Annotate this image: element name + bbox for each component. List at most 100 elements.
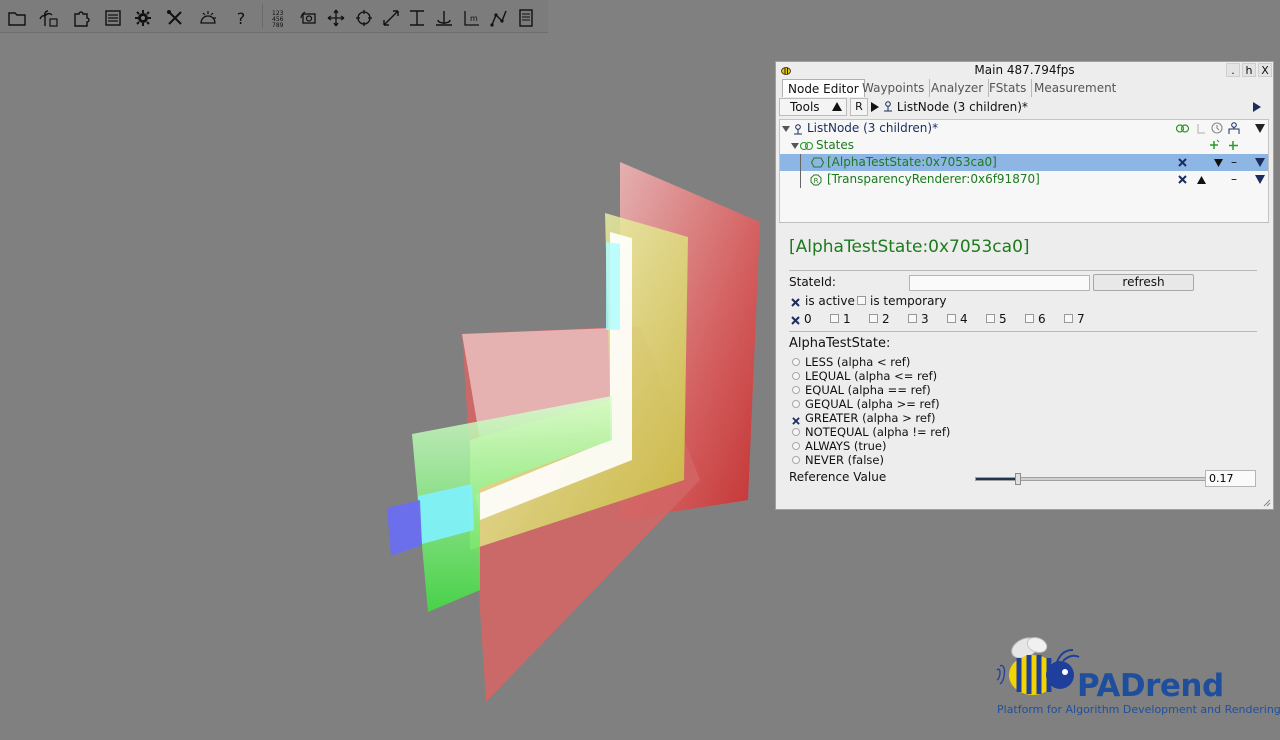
- clock-icon[interactable]: [1211, 122, 1223, 134]
- channel-3-checkbox[interactable]: [908, 314, 917, 323]
- close-icon[interactable]: [1178, 175, 1187, 184]
- expand-arrow-icon[interactable]: [791, 143, 799, 149]
- tab-waypoints[interactable]: Waypoints: [857, 79, 931, 97]
- move-down-icon[interactable]: [1214, 159, 1223, 167]
- list-icon[interactable]: [101, 6, 125, 30]
- window-title: Main 487.794fps: [974, 63, 1075, 77]
- tab-node-editor[interactable]: Node Editor: [782, 79, 865, 97]
- refresh-button[interactable]: refresh: [1093, 274, 1194, 291]
- tree-row-transparencyrenderer[interactable]: R [TransparencyRenderer:0x6f91870] –: [780, 171, 1268, 188]
- play-end-icon[interactable]: [1253, 102, 1261, 112]
- help-icon[interactable]: ?: [229, 6, 253, 30]
- children-icon[interactable]: [1227, 122, 1241, 135]
- lighting-icon[interactable]: [196, 6, 220, 30]
- folder-icon[interactable]: [5, 6, 29, 30]
- rotate-icon[interactable]: [352, 6, 376, 30]
- gear-icon[interactable]: [131, 6, 155, 30]
- divider: [789, 331, 1257, 332]
- window-titlebar[interactable]: Main 487.794fps . h X: [776, 62, 1273, 78]
- panel-splitter[interactable]: [779, 222, 1269, 226]
- is-active-checkbox[interactable]: [791, 296, 800, 307]
- stateid-input[interactable]: [909, 275, 1090, 291]
- dropdown-arrow-icon[interactable]: [1255, 158, 1265, 167]
- align-icon[interactable]: [405, 6, 429, 30]
- viewport-3d-scene[interactable]: [0, 32, 775, 740]
- svg-text:R: R: [814, 177, 819, 185]
- add-state-special-icon[interactable]: [1208, 139, 1220, 151]
- move-up-icon[interactable]: [1197, 176, 1206, 184]
- collapse-minus-icon[interactable]: –: [1231, 171, 1237, 188]
- states-toggle-icon[interactable]: [1176, 123, 1190, 134]
- collapse-minus-icon[interactable]: –: [1231, 154, 1237, 171]
- tree-row-states[interactable]: States: [780, 137, 1268, 154]
- window-close-button[interactable]: X: [1258, 63, 1272, 77]
- main-toolbar: ? 123 456 789 m: [0, 0, 548, 33]
- svg-text:?: ?: [237, 9, 246, 28]
- channel-6-label: 6: [1038, 312, 1046, 326]
- channel-5-label: 5: [999, 312, 1007, 326]
- is-temporary-checkbox[interactable]: [857, 296, 866, 305]
- channel-6-checkbox[interactable]: [1025, 314, 1034, 323]
- channel-4-label: 4: [960, 312, 968, 326]
- resize-grip-icon[interactable]: [1263, 499, 1271, 507]
- mode-radio-6[interactable]: [792, 442, 800, 450]
- channel-7-checkbox[interactable]: [1064, 314, 1073, 323]
- detail-title: [AlphaTestState:0x7053ca0]: [789, 237, 1030, 257]
- mode-label-1: LEQUAL (alpha <= ref): [805, 369, 938, 383]
- scale-icon[interactable]: [379, 6, 403, 30]
- mode-radio-2[interactable]: [792, 386, 800, 394]
- tools-label: Tools: [790, 100, 820, 114]
- tab-measurement[interactable]: Measurement: [1029, 79, 1121, 97]
- tools-icon[interactable]: [163, 6, 187, 30]
- move-icon[interactable]: [324, 6, 348, 30]
- expand-arrow-icon[interactable]: [782, 126, 790, 132]
- behavior-icon[interactable]: [1196, 123, 1206, 134]
- dropdown-arrow-icon[interactable]: [1255, 124, 1265, 133]
- path-icon[interactable]: [487, 6, 511, 30]
- window-hide-button[interactable]: h: [1242, 63, 1256, 77]
- reference-value-input[interactable]: [1205, 470, 1256, 487]
- logo-subtitle: Platform for Algorithm Development and R…: [997, 703, 1280, 716]
- node-path[interactable]: ListNode (3 children)*: [883, 100, 1028, 114]
- anchor-icon[interactable]: [432, 6, 456, 30]
- tree-row-alphateststate[interactable]: [AlphaTestState:0x7053ca0] –: [780, 154, 1268, 171]
- channel-1-checkbox[interactable]: [830, 314, 839, 323]
- mode-radio-3[interactable]: [792, 400, 800, 408]
- channel-0-checkbox[interactable]: [791, 314, 800, 325]
- numbers-grid-icon[interactable]: 123 456 789: [269, 6, 293, 30]
- tab-fstats[interactable]: FStats: [984, 79, 1033, 97]
- play-icon[interactable]: [871, 102, 879, 112]
- mode-radio-4[interactable]: [792, 414, 800, 425]
- is-active-label: is active: [805, 294, 855, 308]
- channel-5-checkbox[interactable]: [986, 314, 995, 323]
- camera-rotate-icon[interactable]: [297, 6, 321, 30]
- node-editor-subbar: Tools R ListNode (3 children)*: [779, 98, 1270, 116]
- channel-2-checkbox[interactable]: [869, 314, 878, 323]
- puzzle-icon[interactable]: [70, 6, 94, 30]
- states-icon: [799, 141, 814, 151]
- tab-analyzer[interactable]: Analyzer: [926, 79, 990, 97]
- notes-icon[interactable]: [514, 6, 538, 30]
- window-minimize-button[interactable]: .: [1226, 63, 1240, 77]
- measure-icon[interactable]: m: [460, 6, 484, 30]
- triangle-up-icon[interactable]: [832, 102, 842, 111]
- node-editor-window: Main 487.794fps . h X Node Editor Waypoi…: [775, 61, 1274, 510]
- logo-name: PADrend: [1077, 668, 1224, 704]
- tree-label-listnode: ListNode (3 children)*: [807, 121, 939, 135]
- mode-radio-5[interactable]: [792, 428, 800, 436]
- mode-radio-7[interactable]: [792, 456, 800, 464]
- renderer-icon: R: [810, 174, 822, 186]
- is-temporary-label: is temporary: [870, 294, 947, 308]
- close-icon[interactable]: [1178, 158, 1187, 167]
- tree-row-listnode[interactable]: ListNode (3 children)*: [780, 120, 1268, 137]
- add-state-icon[interactable]: [1227, 139, 1239, 151]
- mode-radio-1[interactable]: [792, 372, 800, 380]
- mode-radio-0[interactable]: [792, 358, 800, 366]
- reference-value-slider[interactable]: [975, 473, 1206, 485]
- r-button[interactable]: R: [850, 98, 868, 116]
- palm-tree-icon[interactable]: [37, 6, 61, 30]
- slider-handle[interactable]: [1015, 473, 1021, 485]
- dropdown-arrow-icon[interactable]: [1255, 175, 1265, 184]
- channel-1-label: 1: [843, 312, 851, 326]
- channel-4-checkbox[interactable]: [947, 314, 956, 323]
